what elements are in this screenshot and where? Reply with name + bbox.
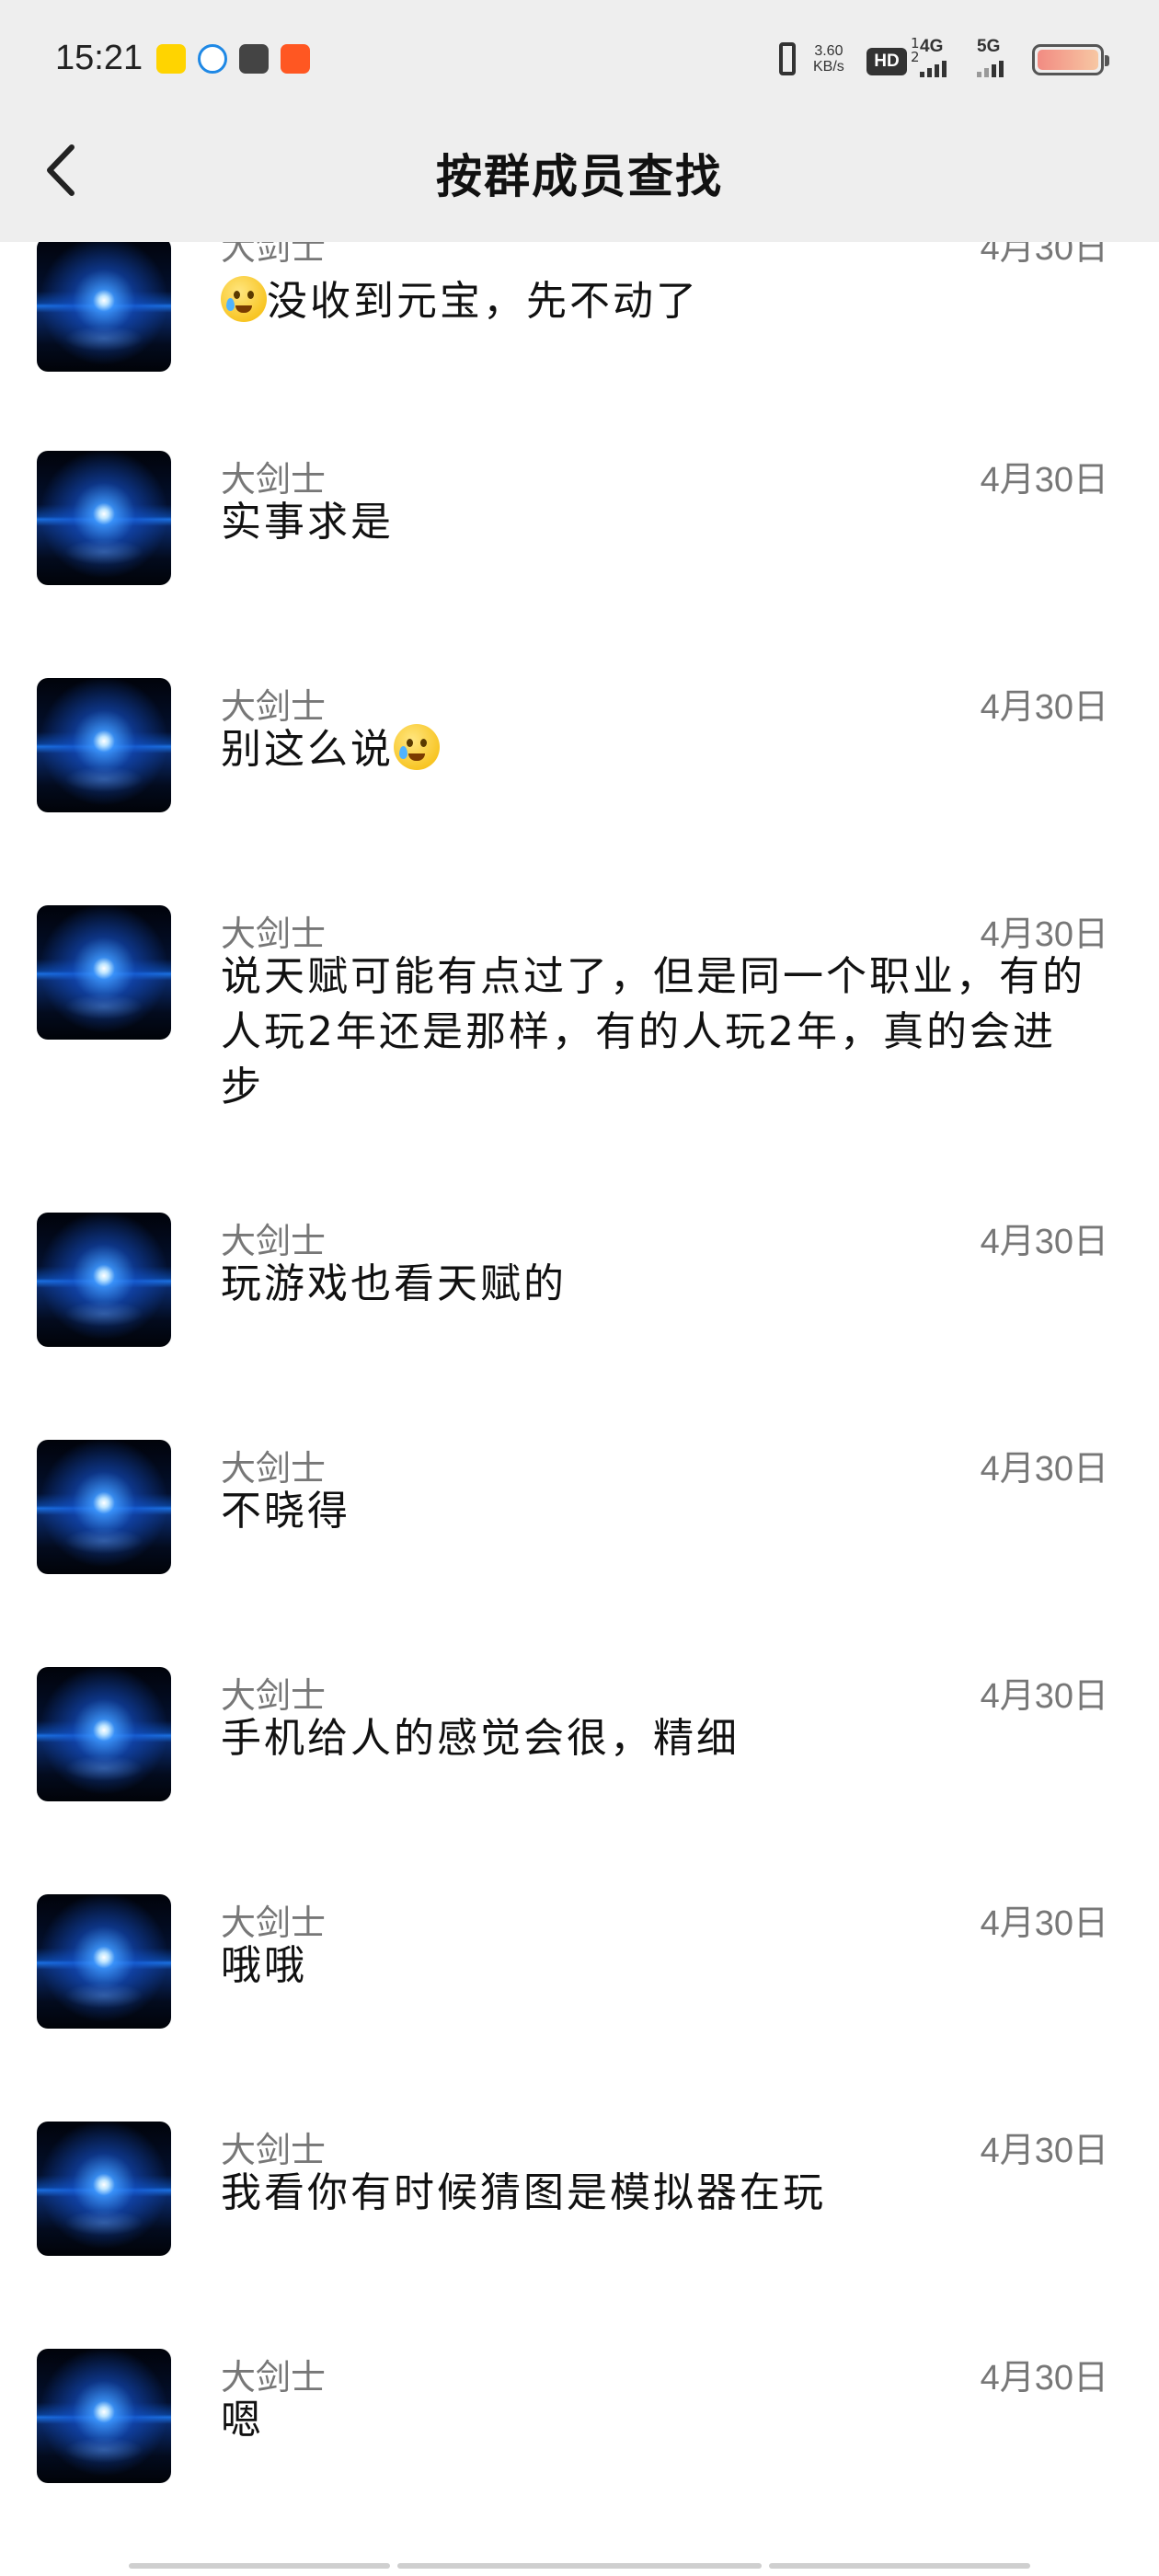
message-text: 实事求是 — [221, 499, 394, 546]
avatar[interactable] — [37, 1440, 171, 1574]
teary-face-icon — [221, 276, 267, 322]
message-text-content: 别这么说 — [221, 726, 394, 773]
sender-name: 大剑士 — [221, 459, 327, 500]
sender-name: 大剑士 — [221, 1221, 327, 1261]
yy-app-icon — [156, 44, 186, 74]
message-text: 手机给人的感觉会很，精细 — [221, 1715, 740, 1762]
message-date: 4月30日 — [980, 2359, 1108, 2398]
message-text: 不晓得 — [221, 1488, 350, 1535]
signal-4g-icon: 4G — [920, 37, 947, 81]
message-text: 哦哦 — [221, 1942, 307, 1989]
message-text: 嗯 — [221, 2397, 264, 2444]
sender-name: 大剑士 — [221, 2130, 327, 2170]
network-type-label: 5G — [977, 37, 1001, 56]
message-date: 4月30日 — [980, 688, 1108, 727]
battery-level — [1038, 50, 1098, 70]
message-text: 别这么说 — [221, 722, 1095, 777]
message-date: 4月30日 — [980, 1223, 1108, 1261]
network-type-label: 4G — [920, 37, 944, 56]
battery-icon — [1032, 44, 1109, 75]
avatar[interactable] — [37, 905, 171, 1040]
message-date: 4月30日 — [980, 2132, 1108, 2170]
sender-name: 大剑士 — [221, 1675, 327, 1716]
page-indicator-segment — [769, 2563, 1030, 2569]
message-text: 说天赋可能有点过了，但是同一个职业，有的人玩2年还是那样，有的人玩2年，真的会进… — [221, 953, 1085, 1110]
hd-icon: HD — [866, 48, 907, 75]
avatar[interactable] — [37, 2349, 171, 2483]
message-date: 4月30日 — [980, 915, 1108, 954]
avatar[interactable] — [37, 1213, 171, 1347]
page-title: 按群成员查找 — [436, 150, 723, 203]
sender-name: 大剑士 — [221, 686, 327, 727]
sim-slot-indicator: 1 2 — [911, 37, 920, 81]
message-text-content: 没收到元宝，先不动了 — [267, 278, 699, 325]
network-speed-value: 3.60 — [814, 43, 843, 59]
page-indicator-segment — [129, 2563, 390, 2569]
status-bar: 15:21 3.60 KB/s HD 1 2 4G 5G — [0, 0, 1159, 120]
message-app-icon — [281, 44, 310, 74]
network-speed-unit: KB/s — [813, 59, 844, 75]
avatar[interactable] — [37, 237, 171, 372]
message-date: 4月30日 — [980, 1450, 1108, 1489]
top-bar: 15:21 3.60 KB/s HD 1 2 4G 5G 按群成员查找 — [0, 0, 1159, 242]
message-list[interactable]: 大剑士 4月30日 没收到元宝，先不动了 大剑士 4月30日 实事求是 大剑士 … — [0, 0, 1159, 2576]
video-app-icon — [239, 44, 269, 74]
vibrate-icon — [771, 37, 804, 81]
status-time: 15:21 — [55, 39, 143, 77]
avatar[interactable] — [37, 678, 171, 812]
message-date: 4月30日 — [980, 1677, 1108, 1716]
sender-name: 大剑士 — [221, 914, 327, 954]
message-date: 4月30日 — [980, 1904, 1108, 1943]
sender-name: 大剑士 — [221, 1903, 327, 1943]
browser-app-icon — [198, 44, 227, 74]
sender-name: 大剑士 — [221, 2357, 327, 2398]
network-speed: 3.60 KB/s — [813, 37, 844, 81]
avatar[interactable] — [37, 1667, 171, 1801]
message-text: 没收到元宝，先不动了 — [221, 274, 1095, 329]
sender-name: 大剑士 — [221, 1448, 327, 1489]
message-text: 玩游戏也看天赋的 — [221, 1260, 567, 1307]
page-indicator-segment — [397, 2563, 762, 2569]
rolling-laughing-icon — [394, 724, 440, 770]
message-date: 4月30日 — [980, 461, 1108, 500]
avatar[interactable] — [37, 1894, 171, 2029]
avatar[interactable] — [37, 2122, 171, 2256]
message-text: 我看你有时候猜图是模拟器在玩 — [221, 2169, 826, 2216]
sim-slot-bottom: 2 — [911, 49, 920, 65]
signal-5g-icon: 5G — [977, 37, 1004, 81]
avatar[interactable] — [37, 451, 171, 585]
